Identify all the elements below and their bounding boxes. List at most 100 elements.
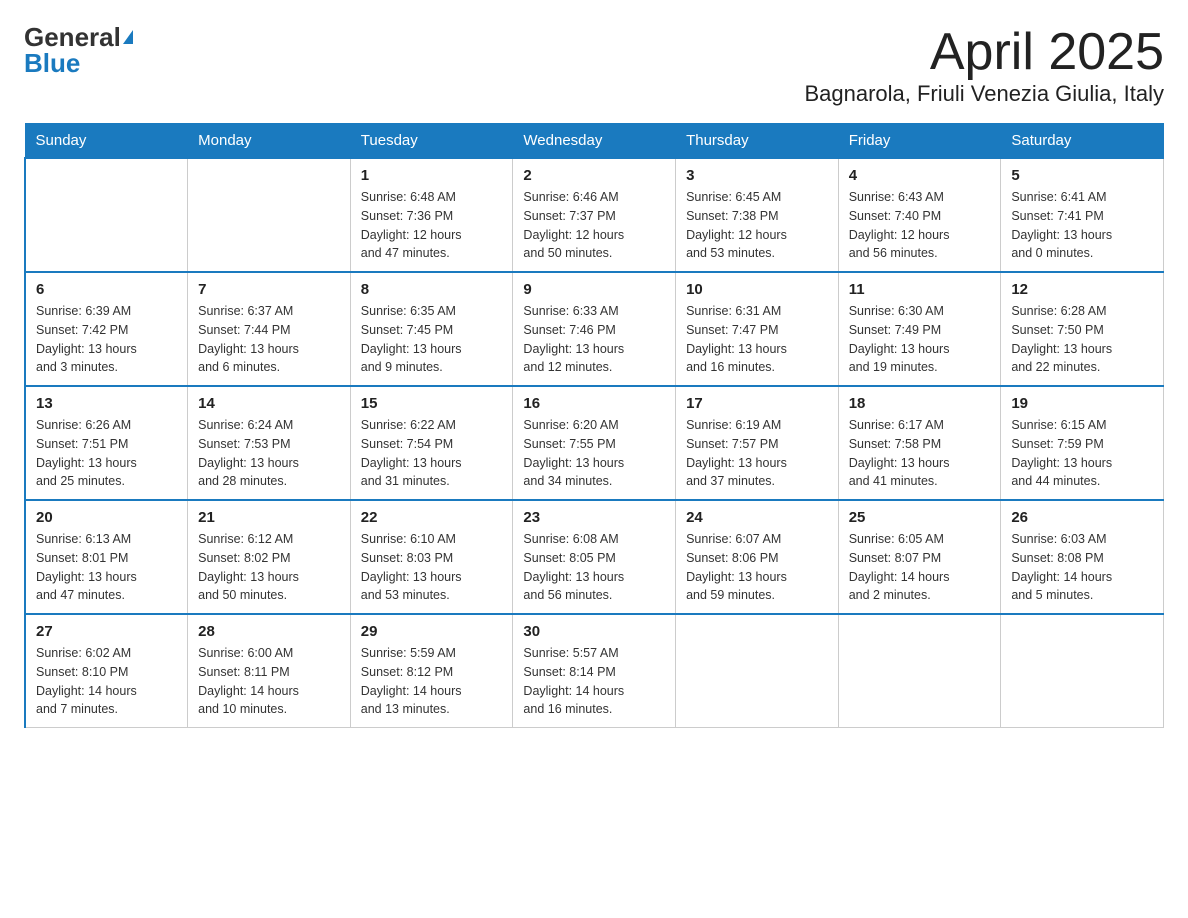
day-number: 28 xyxy=(198,623,340,640)
calendar-week-row: 13 Sunrise: 6:26 AM Sunset: 7:51 PM Dayli… xyxy=(25,386,1164,500)
calendar-day-cell xyxy=(676,614,839,728)
calendar-day-cell xyxy=(188,158,351,272)
calendar-day-cell: 23 Sunrise: 6:08 AM Sunset: 8:05 PM Dayli… xyxy=(513,500,676,614)
day-number: 22 xyxy=(361,509,503,526)
calendar-day-cell: 10 Sunrise: 6:31 AM Sunset: 7:47 PM Dayli… xyxy=(676,272,839,386)
calendar-week-row: 27Sunrise: 6:02 AM Sunset: 8:10 PM Dayli… xyxy=(25,614,1164,728)
calendar-day-cell: 16 Sunrise: 6:20 AM Sunset: 7:55 PM Dayli… xyxy=(513,386,676,500)
calendar-day-cell: 5Sunrise: 6:41 AM Sunset: 7:41 PM Daylig… xyxy=(1001,158,1164,272)
day-info: Sunrise: 6:12 AM Sunset: 8:02 PM Dayligh… xyxy=(198,530,340,605)
calendar-day-cell: 8 Sunrise: 6:35 AM Sunset: 7:45 PM Daylig… xyxy=(350,272,513,386)
day-info: Sunrise: 6:24 AM Sunset: 7:53 PM Dayligh… xyxy=(198,416,340,491)
day-info: Sunrise: 6:31 AM Sunset: 7:47 PM Dayligh… xyxy=(686,302,828,377)
calendar-day-cell: 24 Sunrise: 6:07 AM Sunset: 8:06 PM Dayli… xyxy=(676,500,839,614)
day-info: Sunrise: 6:35 AM Sunset: 7:45 PM Dayligh… xyxy=(361,302,503,377)
logo: General Blue xyxy=(24,24,133,76)
day-info: Sunrise: 6:17 AM Sunset: 7:58 PM Dayligh… xyxy=(849,416,991,491)
day-info: Sunrise: 6:08 AM Sunset: 8:05 PM Dayligh… xyxy=(523,530,665,605)
calendar-day-cell: 9 Sunrise: 6:33 AM Sunset: 7:46 PM Daylig… xyxy=(513,272,676,386)
day-number: 9 xyxy=(523,281,665,298)
day-number: 16 xyxy=(523,395,665,412)
day-number: 20 xyxy=(36,509,177,526)
day-number: 1 xyxy=(361,167,503,184)
calendar-day-cell: 22 Sunrise: 6:10 AM Sunset: 8:03 PM Dayli… xyxy=(350,500,513,614)
weekday-header-saturday: Saturday xyxy=(1001,124,1164,159)
day-info: Sunrise: 5:57 AM Sunset: 8:14 PM Dayligh… xyxy=(523,644,665,719)
weekday-header-wednesday: Wednesday xyxy=(513,124,676,159)
calendar-header-row: SundayMondayTuesdayWednesdayThursdayFrid… xyxy=(25,124,1164,159)
calendar-day-cell: 6Sunrise: 6:39 AM Sunset: 7:42 PM Daylig… xyxy=(25,272,188,386)
day-info: Sunrise: 6:48 AM Sunset: 7:36 PM Dayligh… xyxy=(361,188,503,263)
calendar-day-cell: 20 Sunrise: 6:13 AM Sunset: 8:01 PM Dayli… xyxy=(25,500,188,614)
day-number: 18 xyxy=(849,395,991,412)
day-info: Sunrise: 6:13 AM Sunset: 8:01 PM Dayligh… xyxy=(36,530,177,605)
day-number: 29 xyxy=(361,623,503,640)
calendar-day-cell xyxy=(25,158,188,272)
day-number: 27 xyxy=(36,623,177,640)
day-info: Sunrise: 6:30 AM Sunset: 7:49 PM Dayligh… xyxy=(849,302,991,377)
calendar-day-cell: 13 Sunrise: 6:26 AM Sunset: 7:51 PM Dayli… xyxy=(25,386,188,500)
day-number: 13 xyxy=(36,395,177,412)
day-info: Sunrise: 6:10 AM Sunset: 8:03 PM Dayligh… xyxy=(361,530,503,605)
day-info: Sunrise: 6:15 AM Sunset: 7:59 PM Dayligh… xyxy=(1011,416,1153,491)
calendar-day-cell: 30Sunrise: 5:57 AM Sunset: 8:14 PM Dayli… xyxy=(513,614,676,728)
title-area: April 2025 Bagnarola, Friuli Venezia Giu… xyxy=(804,24,1164,107)
calendar-day-cell: 15 Sunrise: 6:22 AM Sunset: 7:54 PM Dayli… xyxy=(350,386,513,500)
calendar-day-cell xyxy=(838,614,1001,728)
day-info: Sunrise: 6:41 AM Sunset: 7:41 PM Dayligh… xyxy=(1011,188,1153,263)
day-number: 24 xyxy=(686,509,828,526)
day-info: Sunrise: 6:22 AM Sunset: 7:54 PM Dayligh… xyxy=(361,416,503,491)
logo-general-text: General xyxy=(24,24,121,50)
calendar-day-cell: 1 Sunrise: 6:48 AM Sunset: 7:36 PM Daylig… xyxy=(350,158,513,272)
calendar-day-cell: 25Sunrise: 6:05 AM Sunset: 8:07 PM Dayli… xyxy=(838,500,1001,614)
calendar-day-cell: 7Sunrise: 6:37 AM Sunset: 7:44 PM Daylig… xyxy=(188,272,351,386)
day-number: 12 xyxy=(1011,281,1153,298)
calendar-day-cell: 26 Sunrise: 6:03 AM Sunset: 8:08 PM Dayli… xyxy=(1001,500,1164,614)
day-number: 23 xyxy=(523,509,665,526)
day-info: Sunrise: 6:03 AM Sunset: 8:08 PM Dayligh… xyxy=(1011,530,1153,605)
day-info: Sunrise: 6:07 AM Sunset: 8:06 PM Dayligh… xyxy=(686,530,828,605)
calendar-week-row: 20 Sunrise: 6:13 AM Sunset: 8:01 PM Dayli… xyxy=(25,500,1164,614)
calendar-table: SundayMondayTuesdayWednesdayThursdayFrid… xyxy=(24,123,1164,728)
calendar-day-cell: 3 Sunrise: 6:45 AM Sunset: 7:38 PM Daylig… xyxy=(676,158,839,272)
day-number: 3 xyxy=(686,167,828,184)
day-info: Sunrise: 6:33 AM Sunset: 7:46 PM Dayligh… xyxy=(523,302,665,377)
day-number: 11 xyxy=(849,281,991,298)
day-number: 26 xyxy=(1011,509,1153,526)
calendar-day-cell: 27Sunrise: 6:02 AM Sunset: 8:10 PM Dayli… xyxy=(25,614,188,728)
weekday-header-friday: Friday xyxy=(838,124,1001,159)
day-info: Sunrise: 6:00 AM Sunset: 8:11 PM Dayligh… xyxy=(198,644,340,719)
calendar-day-cell: 4Sunrise: 6:43 AM Sunset: 7:40 PM Daylig… xyxy=(838,158,1001,272)
day-number: 15 xyxy=(361,395,503,412)
day-info: Sunrise: 6:43 AM Sunset: 7:40 PM Dayligh… xyxy=(849,188,991,263)
day-info: Sunrise: 6:19 AM Sunset: 7:57 PM Dayligh… xyxy=(686,416,828,491)
day-number: 7 xyxy=(198,281,340,298)
calendar-day-cell: 19 Sunrise: 6:15 AM Sunset: 7:59 PM Dayli… xyxy=(1001,386,1164,500)
calendar-day-cell xyxy=(1001,614,1164,728)
calendar-day-cell: 18 Sunrise: 6:17 AM Sunset: 7:58 PM Dayli… xyxy=(838,386,1001,500)
weekday-header-thursday: Thursday xyxy=(676,124,839,159)
calendar-day-cell: 11 Sunrise: 6:30 AM Sunset: 7:49 PM Dayli… xyxy=(838,272,1001,386)
day-info: Sunrise: 6:46 AM Sunset: 7:37 PM Dayligh… xyxy=(523,188,665,263)
weekday-header-monday: Monday xyxy=(188,124,351,159)
day-info: Sunrise: 6:20 AM Sunset: 7:55 PM Dayligh… xyxy=(523,416,665,491)
day-number: 8 xyxy=(361,281,503,298)
calendar-week-row: 1 Sunrise: 6:48 AM Sunset: 7:36 PM Daylig… xyxy=(25,158,1164,272)
page-header: General Blue April 2025 Bagnarola, Friul… xyxy=(24,24,1164,107)
day-number: 10 xyxy=(686,281,828,298)
day-number: 14 xyxy=(198,395,340,412)
day-number: 19 xyxy=(1011,395,1153,412)
calendar-day-cell: 12 Sunrise: 6:28 AM Sunset: 7:50 PM Dayli… xyxy=(1001,272,1164,386)
calendar-day-cell: 21Sunrise: 6:12 AM Sunset: 8:02 PM Dayli… xyxy=(188,500,351,614)
weekday-header-tuesday: Tuesday xyxy=(350,124,513,159)
weekday-header-sunday: Sunday xyxy=(25,124,188,159)
day-info: Sunrise: 6:45 AM Sunset: 7:38 PM Dayligh… xyxy=(686,188,828,263)
day-info: Sunrise: 6:39 AM Sunset: 7:42 PM Dayligh… xyxy=(36,302,177,377)
day-number: 25 xyxy=(849,509,991,526)
calendar-day-cell: 17Sunrise: 6:19 AM Sunset: 7:57 PM Dayli… xyxy=(676,386,839,500)
day-info: Sunrise: 6:26 AM Sunset: 7:51 PM Dayligh… xyxy=(36,416,177,491)
day-info: Sunrise: 6:28 AM Sunset: 7:50 PM Dayligh… xyxy=(1011,302,1153,377)
day-info: Sunrise: 5:59 AM Sunset: 8:12 PM Dayligh… xyxy=(361,644,503,719)
day-number: 2 xyxy=(523,167,665,184)
calendar-day-cell: 14 Sunrise: 6:24 AM Sunset: 7:53 PM Dayli… xyxy=(188,386,351,500)
